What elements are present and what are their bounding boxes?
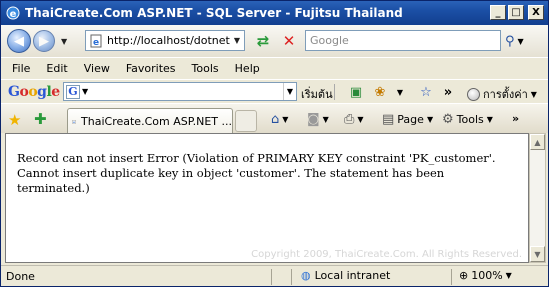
window-title: ThaiCreate.Com ASP.NET - SQL Server - Fu… bbox=[25, 6, 403, 20]
page-icon: e bbox=[90, 34, 102, 48]
back-button[interactable]: ◀ bbox=[7, 29, 31, 53]
minimize-button[interactable]: _ bbox=[490, 5, 506, 20]
internet-explorer-icon: e bbox=[6, 6, 20, 20]
bookmark-dropdown-icon[interactable]: ▼ bbox=[391, 83, 409, 101]
svg-text:e: e bbox=[10, 9, 17, 20]
settings-dropdown-icon: ▼ bbox=[530, 89, 537, 99]
google-start-button[interactable]: เริ่มต้น bbox=[301, 85, 333, 103]
close-button[interactable]: X bbox=[528, 5, 544, 20]
history-dropdown-icon[interactable]: ▼ bbox=[61, 37, 67, 46]
zoom-icon: ⊕ bbox=[459, 269, 469, 282]
scroll-up-icon[interactable]: ▲ bbox=[530, 134, 545, 150]
print-dropdown-icon: ▼ bbox=[357, 115, 364, 124]
google-search-dropdown-icon[interactable]: ▼ bbox=[283, 83, 296, 100]
add-favorite-icon[interactable]: ✚ bbox=[34, 110, 47, 128]
security-zone[interactable]: ◍ Local intranet bbox=[301, 269, 390, 282]
stop-button[interactable]: ✕ bbox=[279, 31, 299, 51]
google-badge-dropdown-icon[interactable]: ▼ bbox=[82, 87, 88, 96]
print-button[interactable]: ⎙ ▼ bbox=[344, 112, 364, 127]
toolbar-separator bbox=[334, 84, 335, 100]
page-menu-button[interactable]: ▤ Page ▼ bbox=[382, 112, 433, 127]
home-button[interactable]: ⌂ ▼ bbox=[271, 112, 288, 127]
tools-menu-dropdown-icon: ▼ bbox=[486, 115, 493, 124]
status-text: Done bbox=[6, 269, 35, 283]
address-url[interactable]: http://localhost/dotnet/As bbox=[107, 34, 232, 47]
tab-bar: ★ ✚ e ThaiCreate.Com ASP.NET ... ⌂ ▼ ◙ ▼… bbox=[1, 103, 548, 134]
address-bar[interactable]: e http://localhost/dotnet/As ▼ bbox=[85, 30, 245, 51]
address-toolbar: ◀ ▶ ▼ e http://localhost/dotnet/As ▼ ⇄ ✕… bbox=[1, 25, 548, 57]
favorites-star-icon[interactable]: ★ bbox=[8, 111, 21, 129]
menu-edit[interactable]: Edit bbox=[38, 62, 75, 75]
error-message: Record can not insert Error (Violation o… bbox=[17, 151, 496, 195]
home-icon: ⌂ bbox=[271, 112, 280, 127]
title-bar: e ThaiCreate.Com ASP.NET - SQL Server - … bbox=[1, 1, 548, 25]
feeds-button[interactable]: ◙ ▼ bbox=[307, 112, 329, 127]
new-tab-button[interactable] bbox=[235, 110, 257, 132]
page-menu-label: Page bbox=[397, 113, 424, 126]
google-badge-icon: G bbox=[66, 84, 80, 99]
star-outline-icon[interactable]: ☆ bbox=[417, 83, 435, 101]
tab-label: ThaiCreate.Com ASP.NET ... bbox=[81, 115, 232, 128]
image-icon[interactable]: ▣ bbox=[347, 83, 365, 101]
status-divider bbox=[451, 269, 452, 285]
forward-arrow-icon: ▶ bbox=[39, 33, 49, 49]
search-icon: ⚲ bbox=[505, 33, 515, 49]
more-google-tools-button[interactable]: » bbox=[439, 83, 457, 101]
google-search-input[interactable]: G ▼ ▼ bbox=[63, 82, 297, 101]
tools-menu-button[interactable]: ⚙ Tools ▼ bbox=[442, 112, 493, 127]
page-menu-icon: ▤ bbox=[382, 112, 395, 127]
zoom-control[interactable]: ⊕ 100% ▼ bbox=[459, 269, 512, 282]
address-dropdown-icon[interactable]: ▼ bbox=[230, 31, 244, 50]
settings-circle-icon bbox=[467, 87, 480, 101]
vertical-scrollbar[interactable]: ▲ ▼ bbox=[529, 133, 546, 263]
printer-icon: ⎙ bbox=[344, 112, 355, 127]
gear-icon: ⚙ bbox=[442, 112, 454, 127]
copyright-watermark: Copyright 2009, ThaiCreate.Com. All Righ… bbox=[251, 249, 522, 260]
back-arrow-icon: ◀ bbox=[14, 33, 24, 49]
intranet-globe-icon: ◍ bbox=[301, 269, 311, 282]
bookmark-icon[interactable]: ❀ bbox=[371, 83, 389, 101]
page-menu-dropdown-icon: ▼ bbox=[426, 115, 434, 124]
menu-bar: File Edit View Favorites Tools Help bbox=[1, 57, 548, 79]
tab-page-icon: e bbox=[72, 119, 76, 124]
search-input[interactable]: Google bbox=[305, 30, 501, 51]
zoom-level: 100% bbox=[471, 269, 503, 282]
status-divider bbox=[271, 269, 272, 285]
zoom-dropdown-icon: ▼ bbox=[505, 271, 512, 280]
menu-help[interactable]: Help bbox=[227, 62, 268, 75]
stop-icon: ✕ bbox=[282, 32, 296, 50]
refresh-button[interactable]: ⇄ bbox=[253, 31, 273, 51]
google-logo[interactable]: Google bbox=[8, 84, 60, 100]
feeds-dropdown-icon: ▼ bbox=[322, 115, 329, 124]
forward-button[interactable]: ▶ bbox=[33, 30, 55, 52]
search-placeholder: Google bbox=[310, 34, 349, 47]
svg-text:e: e bbox=[73, 121, 75, 124]
browser-window: e ThaiCreate.Com ASP.NET - SQL Server - … bbox=[0, 0, 549, 287]
search-options-dropdown-icon[interactable]: ▼ bbox=[518, 37, 524, 46]
menu-favorites[interactable]: Favorites bbox=[118, 62, 184, 75]
page-content: Record can not insert Error (Violation o… bbox=[5, 133, 529, 263]
status-bar: Done ◍ Local intranet ⊕ 100% ▼ bbox=[1, 265, 548, 286]
tools-menu-label: Tools bbox=[456, 113, 484, 126]
status-divider bbox=[291, 269, 292, 285]
rss-feed-icon: ◙ bbox=[307, 112, 320, 127]
google-settings-button[interactable]: การตั้งค่า ▼ bbox=[467, 85, 537, 103]
menu-file[interactable]: File bbox=[1, 62, 38, 75]
scroll-down-icon[interactable]: ▼ bbox=[530, 246, 545, 262]
menu-tools[interactable]: Tools bbox=[184, 62, 227, 75]
maximize-button[interactable]: □ bbox=[508, 5, 524, 20]
menu-view[interactable]: View bbox=[76, 62, 118, 75]
search-button[interactable]: ⚲ ▼ bbox=[505, 31, 541, 51]
google-toolbar: Google G ▼ ▼ เริ่มต้น ▣ ❀ ▼ ☆ » การตั้งค… bbox=[1, 79, 548, 103]
command-bar-more-button[interactable]: » bbox=[512, 112, 519, 125]
refresh-icon: ⇄ bbox=[256, 32, 270, 50]
window-controls: _ □ X bbox=[490, 5, 544, 20]
svg-text:e: e bbox=[93, 38, 99, 48]
security-zone-label: Local intranet bbox=[314, 269, 391, 282]
google-settings-label: การตั้งค่า bbox=[483, 88, 528, 101]
tab-current[interactable]: e ThaiCreate.Com ASP.NET ... bbox=[67, 108, 233, 134]
home-dropdown-icon: ▼ bbox=[282, 115, 289, 124]
